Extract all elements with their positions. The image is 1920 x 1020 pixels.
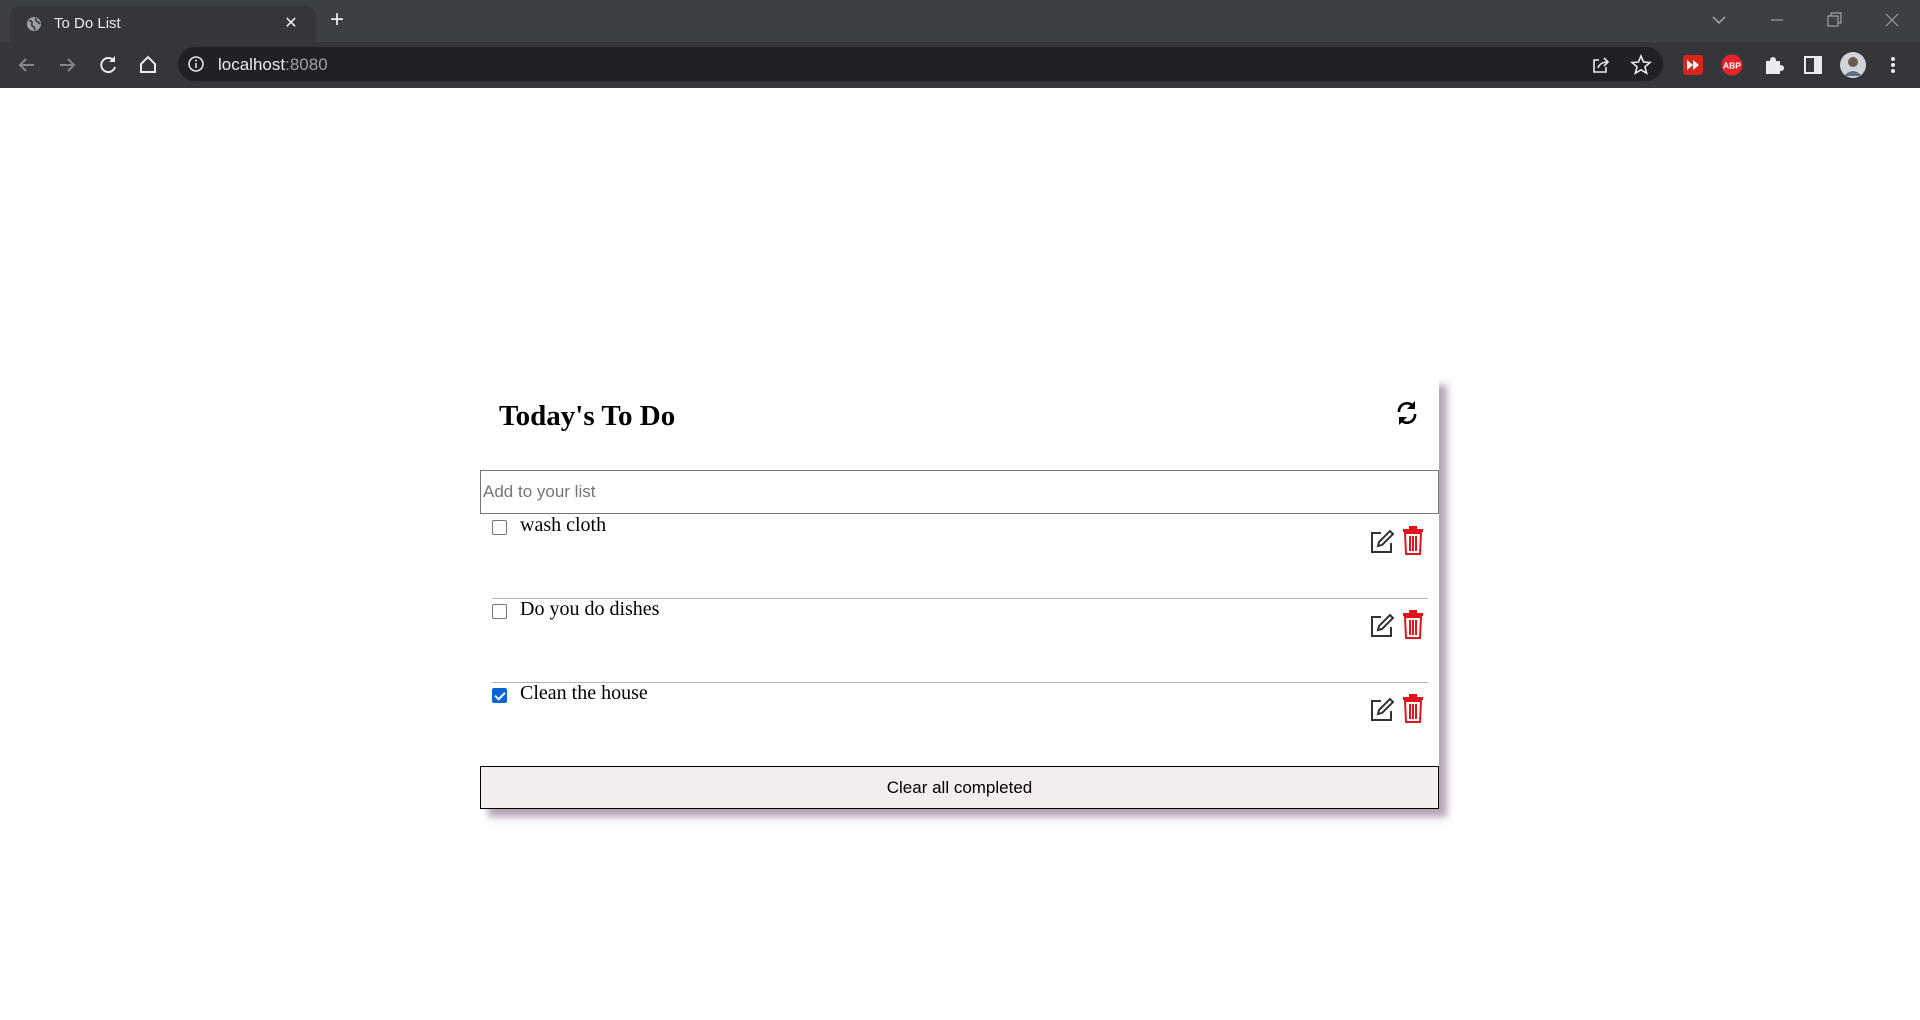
page-title: Today's To Do xyxy=(499,400,676,432)
clear-completed-button[interactable]: Clear all completed xyxy=(480,766,1439,809)
profile-avatar[interactable] xyxy=(1840,52,1866,78)
globe-icon xyxy=(27,17,41,31)
trash-icon[interactable] xyxy=(1402,693,1424,723)
back-arrow-icon[interactable] xyxy=(13,51,41,79)
todo-text: Do you do dishes xyxy=(520,598,660,620)
trash-icon[interactable] xyxy=(1402,609,1424,639)
trash-icon[interactable] xyxy=(1402,525,1424,555)
url-port: :8080 xyxy=(285,55,328,74)
browser-tab[interactable]: To Do List ✕ xyxy=(10,6,316,42)
url-host: localhost xyxy=(218,55,286,74)
home-icon[interactable] xyxy=(134,51,162,79)
restore-icon[interactable] xyxy=(1822,8,1846,32)
browser-tab-strip: To Do List ✕ + xyxy=(0,0,1920,42)
todo-text: wash cloth xyxy=(520,514,607,536)
tab-search-icon[interactable] xyxy=(1707,8,1731,32)
browser-toolbar: localhost:8080 ABP xyxy=(0,42,1920,88)
bookmark-star-icon[interactable] xyxy=(1630,54,1652,76)
reload-icon[interactable] xyxy=(94,51,122,79)
edit-icon[interactable] xyxy=(1369,697,1395,723)
extensions-puzzle-icon[interactable] xyxy=(1762,54,1784,76)
todo-item: wash cloth xyxy=(492,514,1428,599)
side-panel-icon[interactable] xyxy=(1802,54,1824,76)
address-bar[interactable]: localhost:8080 xyxy=(178,47,1663,81)
edit-icon[interactable] xyxy=(1369,529,1395,555)
tab-title: To Do List xyxy=(54,15,121,32)
todo-card: Today's To Do wash cloth Do you do dishe… xyxy=(480,377,1439,809)
todo-item: Do you do dishes xyxy=(492,598,1428,683)
menu-kebab-icon[interactable] xyxy=(1882,54,1904,76)
adblock-plus-icon[interactable]: ABP xyxy=(1721,54,1743,76)
url-text[interactable]: localhost:8080 xyxy=(218,55,328,75)
video-speed-extension-icon[interactable] xyxy=(1682,54,1704,76)
add-todo-input[interactable] xyxy=(480,470,1439,514)
todo-item: Clean the house xyxy=(492,682,1428,767)
site-info-icon[interactable] xyxy=(188,56,204,72)
close-window-icon[interactable] xyxy=(1880,8,1904,32)
new-tab-button[interactable]: + xyxy=(325,8,349,32)
todo-text: Clean the house xyxy=(520,682,648,704)
todo-checkbox[interactable] xyxy=(492,688,507,703)
todo-checkbox[interactable] xyxy=(492,520,507,535)
minimize-icon[interactable] xyxy=(1765,8,1789,32)
todo-checkbox[interactable] xyxy=(492,604,507,619)
share-icon[interactable] xyxy=(1590,54,1612,76)
svg-text:ABP: ABP xyxy=(1723,61,1741,71)
forward-arrow-icon[interactable] xyxy=(53,51,81,79)
edit-icon[interactable] xyxy=(1369,613,1395,639)
refresh-icon[interactable] xyxy=(1393,398,1421,428)
close-tab-icon[interactable]: ✕ xyxy=(281,14,301,34)
